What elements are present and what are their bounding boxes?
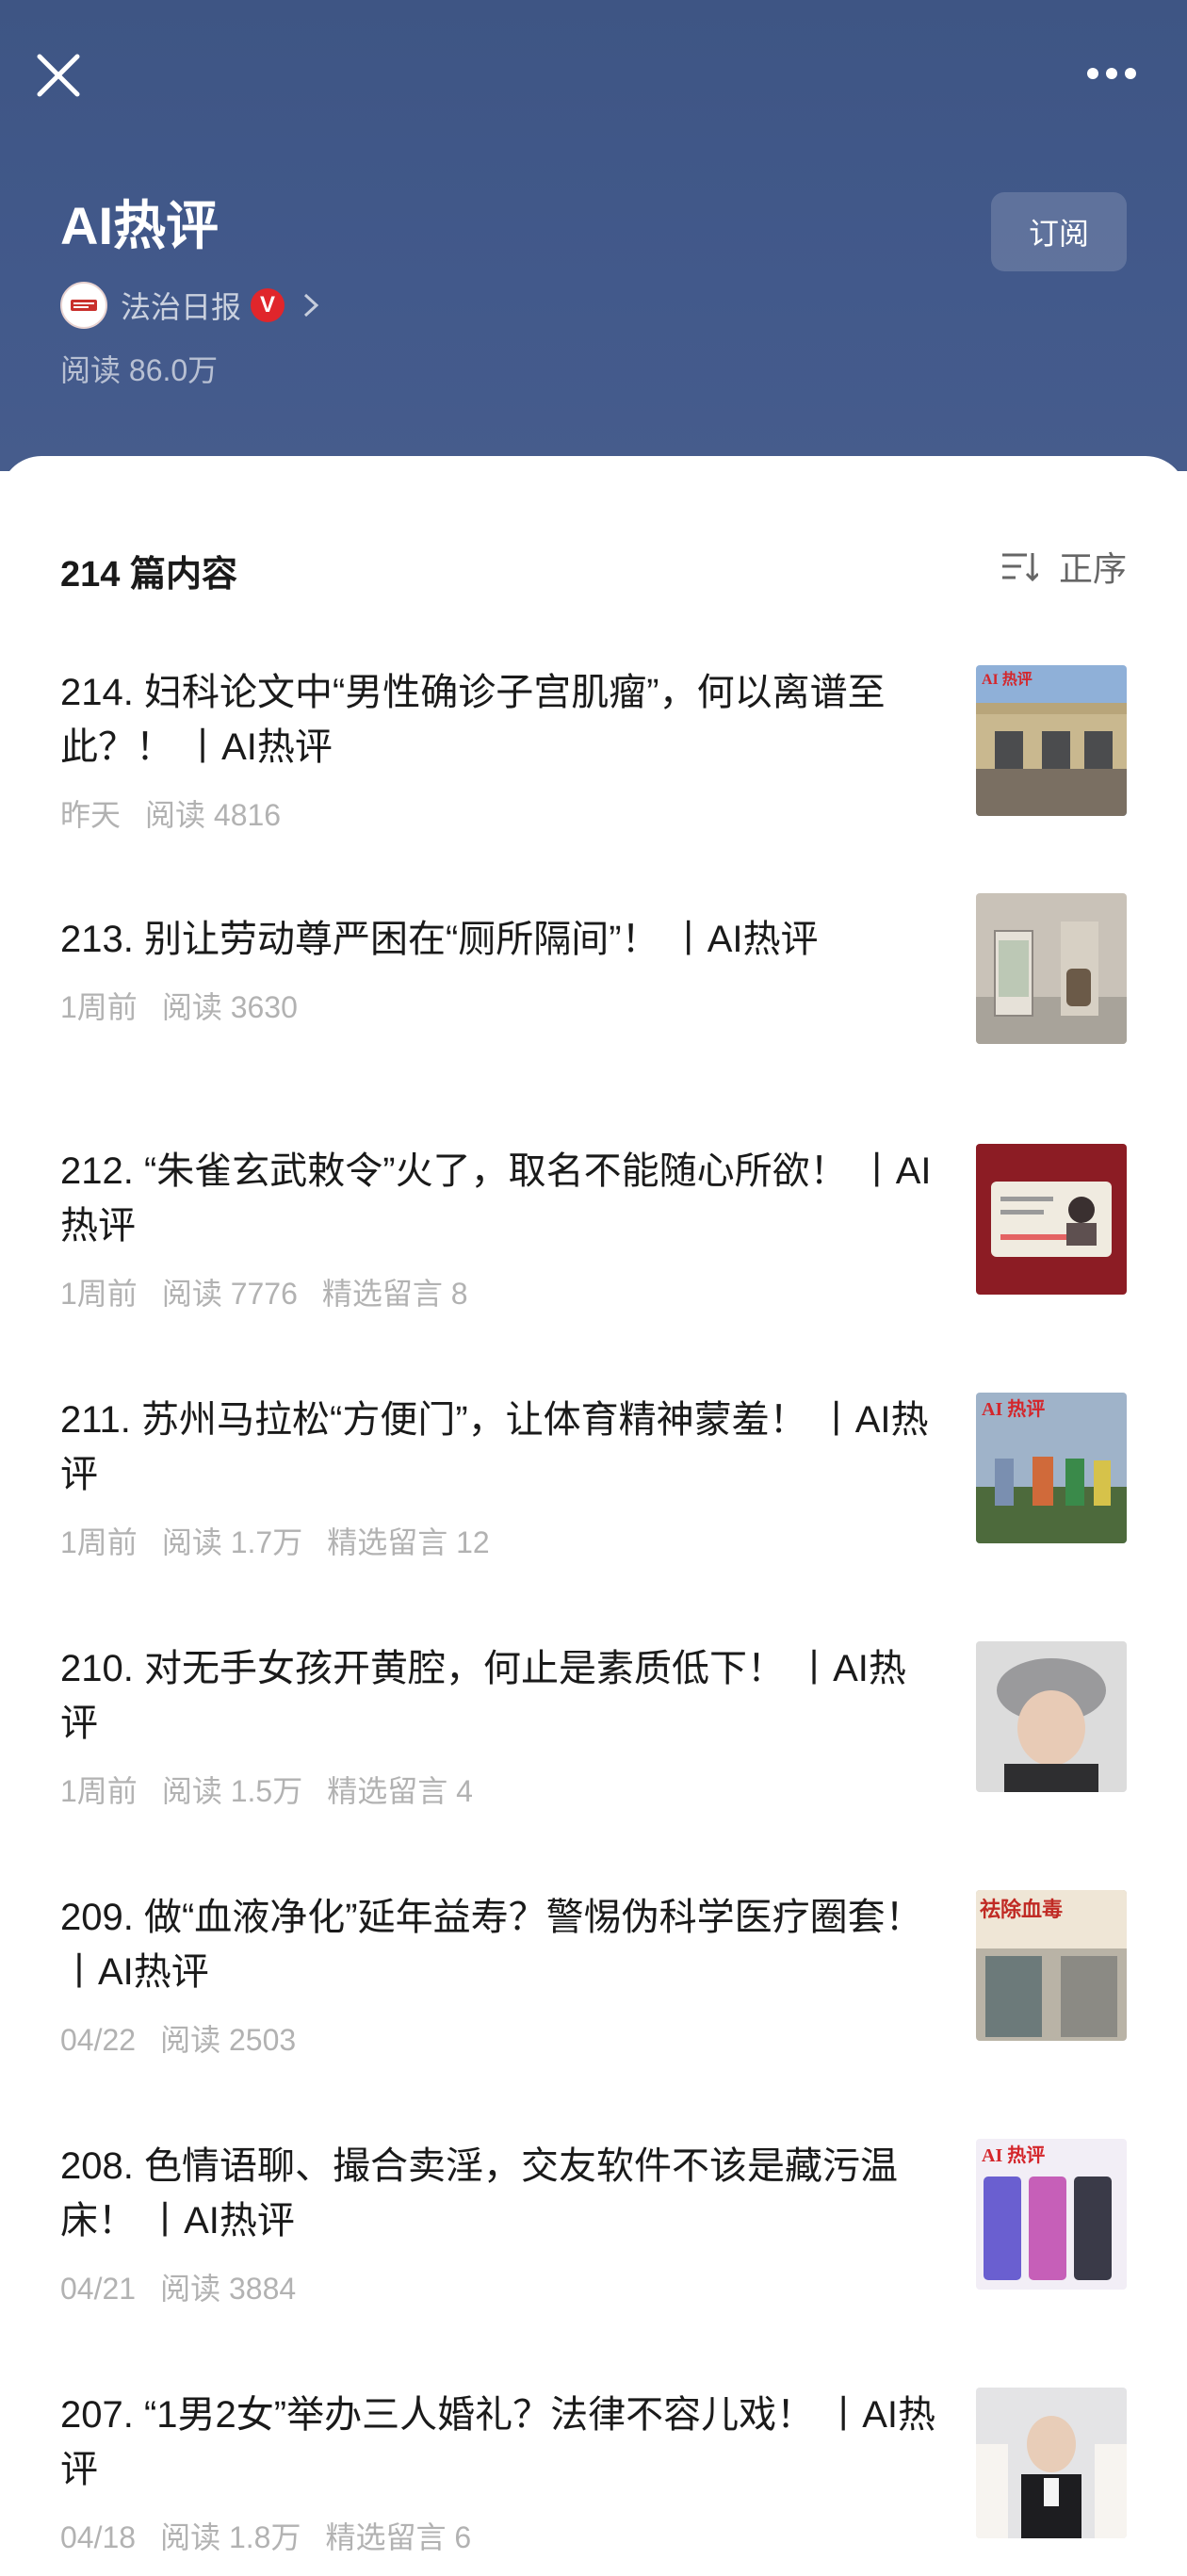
marathon-thumbnail: AI 热评: [976, 1393, 1127, 1543]
article-date: 1周前: [60, 990, 138, 1024]
article-item[interactable]: 207. “1男2女”举办三人婚礼？法律不容儿戏！ 丨AI热评 04/18 阅读 …: [0, 2388, 1187, 2576]
article-meta: 1周前 阅读 7776 精选留言 8: [60, 1270, 493, 1313]
article-reads: 阅读 4816: [145, 798, 282, 832]
article-meta: 1周前 阅读 1.5万 精选留言 4: [60, 1768, 497, 1811]
sort-icon: [1001, 553, 1038, 582]
subscribe-button[interactable]: 订阅: [991, 192, 1127, 271]
article-comments: 精选留言 6: [325, 2520, 472, 2554]
article-date: 04/21: [60, 2272, 137, 2306]
article-date: 04/18: [60, 2520, 137, 2554]
chevron-right-icon: [304, 293, 319, 318]
article-thumbnail: [976, 1641, 1127, 1792]
article-title: 208. 色情语聊、撮合卖淫，交友软件不该是藏污温床！ 丨AI热评: [60, 2145, 898, 2242]
article-title: 212. “朱雀玄武敕令”火了，取名不能随心所欲！ 丨AI热评: [60, 1150, 932, 1247]
article-thumbnail: [976, 893, 1127, 1044]
article-comments: 精选留言 4: [327, 1774, 473, 1808]
album-read-count: 阅读 86.0万: [60, 353, 219, 387]
article-title: 210. 对无手女孩开黄腔，何止是素质低下！ 丨AI热评: [60, 1648, 906, 1744]
restroom-thumbnail: [976, 893, 1127, 1044]
article-reads: 阅读 7776: [161, 1277, 298, 1311]
article-meta: 1周前 阅读 3630: [60, 984, 322, 1027]
close-button[interactable]: [28, 45, 89, 106]
article-item[interactable]: 210. 对无手女孩开黄腔，何止是素质低下！ 丨AI热评 1周前 阅读 1.5万精…: [0, 1641, 1187, 1830]
thumb-ai-tag: AI 热评: [982, 1398, 1045, 1420]
thumb-ai-tag: AI 热评: [982, 670, 1033, 688]
article-thumbnail: AI 热评: [976, 2139, 1127, 2290]
album-header: AI热评 订阅 法治日报 V 阅读 86.0万: [0, 0, 1187, 471]
article-comments: 精选留言 8: [321, 1277, 468, 1311]
verified-badge: V: [251, 288, 285, 322]
storefront-thumbnail: 祛除血毒: [976, 1890, 1127, 2041]
article-reads: 阅读 2503: [160, 2023, 297, 2057]
article-reads: 阅读 3884: [160, 2272, 297, 2306]
avatar: [60, 282, 107, 329]
close-icon: [37, 54, 80, 97]
article-date: 昨天: [60, 798, 122, 832]
sort-label: 正序: [1058, 549, 1127, 588]
building-thumbnail: AI 热评: [976, 665, 1127, 816]
article-reads: 阅读 1.5万: [161, 1774, 303, 1808]
article-thumbnail: [976, 1144, 1127, 1295]
article-meta: 04/21 阅读 3884: [60, 2265, 320, 2308]
article-meta: 04/22 阅读 2503: [60, 2016, 320, 2060]
more-icon: [1087, 68, 1136, 79]
article-meta: 1周前 阅读 1.7万 精选留言 12: [60, 1519, 514, 1562]
article-date: 04/22: [60, 2023, 137, 2057]
account-name: 法治日报: [121, 290, 242, 324]
article-date: 1周前: [60, 1525, 138, 1559]
more-options-button[interactable]: [1074, 55, 1149, 92]
article-meta: 昨天 阅读 4816: [60, 791, 305, 835]
article-item[interactable]: 212. “朱雀玄武敕令”火了，取名不能随心所欲！ 丨AI热评 1周前 阅读 77…: [0, 1144, 1187, 1332]
article-item[interactable]: 213. 别让劳动尊严困在“厕所隔间”！ 丨AI热评 1周前 阅读 3630: [0, 893, 1187, 1101]
article-meta: 04/18 阅读 1.8万 精选留言 6: [60, 2514, 496, 2557]
article-list-panel: 214 篇内容 正序 214. 妇科论文中“男性确诊子宫肌瘤”，何以离谱至此？！…: [0, 456, 1187, 2554]
wedding-thumbnail: [976, 2388, 1127, 2538]
article-comments: 精选留言 12: [327, 1525, 490, 1559]
article-item[interactable]: 214. 妇科论文中“男性确诊子宫肌瘤”，何以离谱至此？！ 丨AI热评 昨天 阅读…: [0, 665, 1187, 854]
portrait-thumbnail: [976, 1641, 1127, 1792]
app-screens-thumbnail: AI 热评: [976, 2139, 1127, 2290]
thumb-ai-tag: AI 热评: [982, 2144, 1045, 2166]
sort-toggle[interactable]: 正序: [1000, 543, 1127, 590]
article-count: 214 篇内容: [60, 555, 237, 595]
article-thumbnail: 祛除血毒: [976, 1890, 1127, 2041]
album-title: AI热评: [60, 196, 219, 255]
article-title: 209. 做“血液净化”延年益寿？警惕伪科学医疗圈套！ 丨AI热评: [60, 1897, 923, 1993]
article-reads: 阅读 3630: [161, 990, 298, 1024]
article-reads: 阅读 1.7万: [161, 1525, 303, 1559]
article-title: 211. 苏州马拉松“方便门”，让体育精神蒙羞！ 丨AI热评: [60, 1399, 929, 1495]
article-date: 1周前: [60, 1774, 138, 1808]
article-date: 1周前: [60, 1277, 138, 1311]
article-thumbnail: [976, 2388, 1127, 2538]
id-card-thumbnail: [976, 1144, 1127, 1295]
article-reads: 阅读 1.8万: [160, 2520, 301, 2554]
article-item[interactable]: 211. 苏州马拉松“方便门”，让体育精神蒙羞！ 丨AI热评 1周前 阅读 1.7…: [0, 1393, 1187, 1581]
thumb-storefront-sign: 祛除血毒: [980, 1898, 1063, 1921]
article-title: 207. “1男2女”举办三人婚礼？法律不容儿戏！ 丨AI热评: [60, 2394, 936, 2490]
article-title: 213. 别让劳动尊严困在“厕所隔间”！ 丨AI热评: [60, 919, 819, 960]
article-item[interactable]: 209. 做“血液净化”延年益寿？警惕伪科学医疗圈套！ 丨AI热评 04/22 阅…: [0, 1890, 1187, 2079]
account-link[interactable]: 法治日报 V: [60, 281, 322, 330]
account-logo-icon: [71, 300, 97, 311]
article-item[interactable]: 208. 色情语聊、撮合卖淫，交友软件不该是藏污温床！ 丨AI热评 04/21 阅…: [0, 2139, 1187, 2327]
article-thumbnail: AI 热评: [976, 1393, 1127, 1543]
article-thumbnail: AI 热评: [976, 665, 1127, 816]
article-title: 214. 妇科论文中“男性确诊子宫肌瘤”，何以离谱至此？！ 丨AI热评: [60, 672, 886, 768]
